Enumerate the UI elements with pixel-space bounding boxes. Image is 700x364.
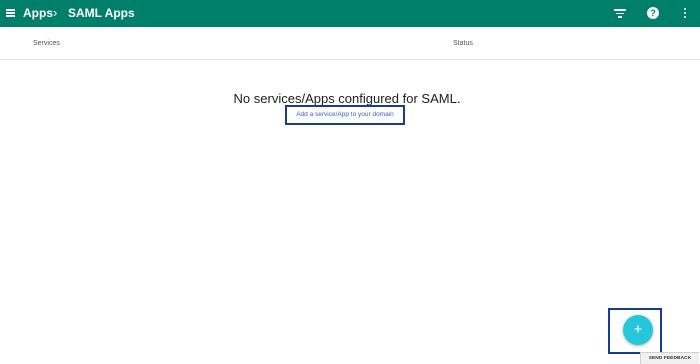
breadcrumb-separator: › (53, 5, 58, 20)
saml-apps-page: Apps › SAML Apps ? Services Status No se… (0, 0, 700, 364)
filter-icon[interactable] (614, 9, 626, 18)
send-feedback-button[interactable]: SEND FEEDBACK (640, 352, 699, 364)
help-icon[interactable]: ? (647, 7, 659, 19)
breadcrumb-apps[interactable]: Apps (23, 6, 53, 21)
add-service-link[interactable]: Add a service/App to your domain (287, 107, 403, 123)
column-services[interactable]: Services (33, 39, 60, 48)
add-service-highlight: Add a service/App to your domain (285, 105, 405, 125)
table-header: Services Status (0, 27, 700, 60)
app-header: Apps › SAML Apps ? (0, 0, 700, 27)
add-fab-button[interactable]: + (623, 315, 653, 345)
more-vert-icon[interactable] (684, 8, 687, 19)
column-status[interactable]: Status (453, 39, 473, 48)
menu-icon[interactable] (6, 9, 15, 17)
breadcrumb-saml-apps: SAML Apps (68, 6, 135, 20)
